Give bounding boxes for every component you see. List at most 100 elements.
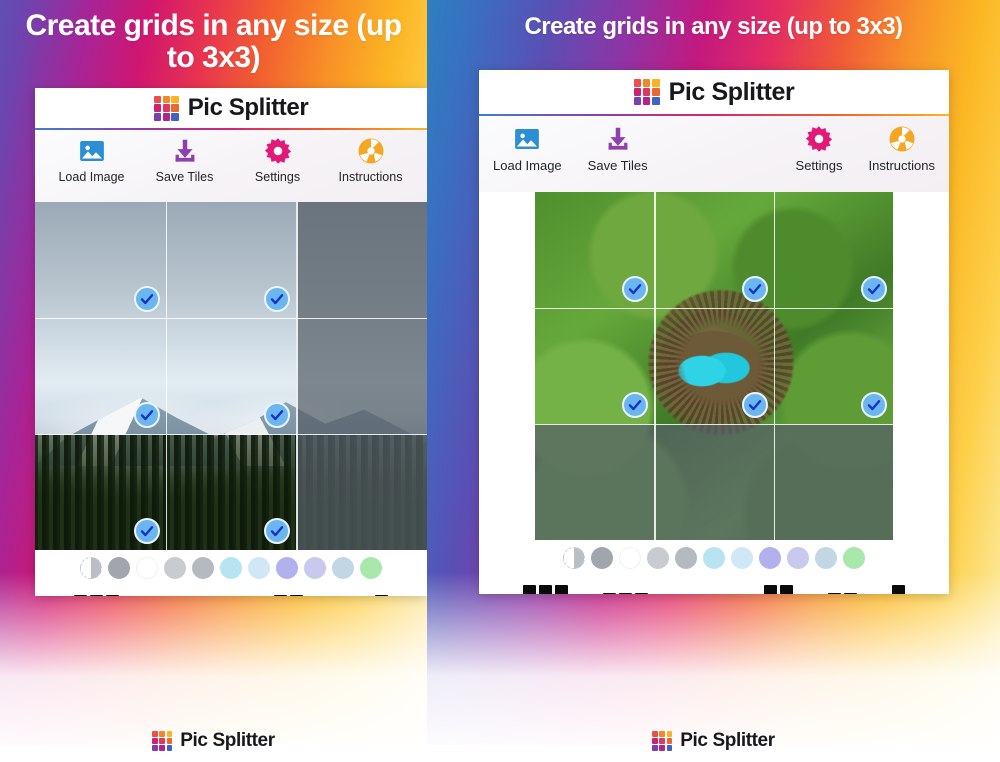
tile-selected-check-icon[interactable] — [622, 276, 649, 302]
image-tile[interactable] — [774, 308, 893, 424]
image-tile[interactable] — [35, 434, 166, 550]
color-swatch[interactable] — [815, 547, 837, 569]
tile-selected-check-icon[interactable] — [264, 286, 291, 312]
brand-right: Pic Splitter — [633, 77, 795, 107]
image-tile[interactable] — [535, 424, 655, 540]
tile-selected-check-icon[interactable] — [741, 392, 768, 418]
image-tile[interactable] — [774, 192, 893, 308]
color-swatch[interactable] — [647, 547, 669, 569]
pattern-cell — [273, 594, 287, 596]
image-tile[interactable] — [654, 192, 773, 308]
image-tile[interactable] — [535, 192, 654, 308]
color-swatch-strip-left[interactable] — [35, 550, 427, 586]
color-swatch[interactable] — [591, 547, 613, 569]
layout-pattern-picker-right[interactable] — [479, 576, 949, 594]
pattern-cell — [779, 584, 793, 594]
color-swatch[interactable] — [360, 557, 382, 579]
logo-cell — [159, 745, 166, 751]
swatch-transparent[interactable] — [563, 547, 585, 569]
tile-selected-check-icon[interactable] — [264, 518, 291, 544]
image-tile[interactable] — [535, 308, 654, 424]
image-tile[interactable] — [35, 318, 166, 434]
panel-left-headline: Create grids in any size (up to 3x3) — [25, 9, 402, 75]
image-tile-area-right — [479, 192, 949, 540]
color-swatch-strip-right[interactable] — [479, 540, 949, 576]
color-swatch[interactable] — [332, 557, 354, 579]
tile-selected-check-icon[interactable] — [622, 392, 649, 418]
tile-selected-check-icon[interactable] — [133, 402, 160, 428]
layout-pattern-grid-3x3[interactable] — [522, 584, 568, 594]
toolbar-button-instructions[interactable]: Instructions — [869, 124, 935, 188]
toolbar-button-settings[interactable]: Settings — [796, 124, 843, 188]
image-tile[interactable] — [773, 424, 893, 540]
tile-grid-left[interactable] — [35, 202, 427, 550]
color-swatch[interactable] — [192, 557, 214, 579]
color-swatch[interactable] — [843, 547, 865, 569]
image-tile[interactable] — [296, 202, 427, 318]
color-swatch[interactable] — [731, 547, 753, 569]
color-swatch[interactable] — [164, 557, 186, 579]
image-tile[interactable] — [35, 202, 166, 318]
layout-pattern-grid-3x2[interactable] — [602, 592, 648, 594]
pattern-cell — [892, 584, 906, 594]
logo-cell — [659, 745, 666, 751]
image-tile[interactable] — [296, 318, 427, 434]
image-tile[interactable] — [654, 424, 774, 540]
toolbar-button-save-tiles[interactable]: Save Tiles — [588, 124, 648, 188]
tile-selected-check-icon[interactable] — [861, 276, 887, 302]
toolbar-button-load-image[interactable]: Load Image — [45, 136, 138, 198]
toolbar-button-load-image[interactable]: Load Image — [493, 124, 562, 188]
pattern-cell — [843, 592, 857, 594]
tile-selected-check-icon[interactable] — [133, 286, 160, 312]
gear-icon — [263, 136, 293, 166]
pattern-cell — [375, 594, 389, 596]
tile-selected-check-icon[interactable] — [861, 392, 887, 418]
toolbar-button-save-tiles[interactable]: Save Tiles — [138, 136, 231, 198]
help-wheel-icon — [887, 124, 917, 154]
layout-pattern-grid-2x3[interactable] — [763, 584, 793, 594]
image-tile[interactable] — [296, 434, 427, 550]
tile-selected-check-icon[interactable] — [264, 402, 291, 428]
color-swatch[interactable] — [136, 557, 158, 579]
color-swatch[interactable] — [220, 557, 242, 579]
layout-pattern-picker-left[interactable] — [35, 586, 427, 596]
tile-selected-check-icon[interactable] — [133, 518, 160, 544]
image-tile[interactable] — [166, 318, 297, 434]
pattern-cell — [618, 592, 632, 594]
layout-pattern-grid-3x3[interactable] — [73, 594, 119, 596]
color-swatch[interactable] — [703, 547, 725, 569]
layout-pattern-grid-1x3[interactable] — [375, 594, 389, 596]
logo-cell — [642, 97, 651, 105]
image-tile[interactable] — [166, 434, 297, 550]
color-swatch[interactable] — [276, 557, 298, 579]
pattern-cell — [554, 584, 568, 594]
app-logo-icon — [152, 731, 173, 751]
pattern-cell — [634, 592, 648, 594]
layout-pattern-grid-2x2[interactable] — [827, 592, 857, 594]
swatch-transparent[interactable] — [80, 557, 102, 579]
toolbar-button-instructions[interactable]: Instructions — [324, 136, 417, 198]
image-icon — [77, 136, 107, 166]
app-title: Pic Splitter — [668, 77, 795, 106]
color-swatch[interactable] — [304, 557, 326, 579]
layout-pattern-grid-1x3[interactable] — [892, 584, 906, 594]
color-swatch[interactable] — [675, 547, 697, 569]
color-swatch[interactable] — [787, 547, 809, 569]
logo-cell — [159, 738, 166, 744]
toolbar-button-settings[interactable]: Settings — [231, 136, 324, 198]
tile-selected-check-icon[interactable] — [741, 276, 768, 302]
brand-left: Pic Splitter — [153, 94, 309, 122]
logo-cell — [651, 79, 660, 87]
color-swatch[interactable] — [759, 547, 781, 569]
image-icon — [512, 124, 542, 154]
color-swatch[interactable] — [108, 557, 130, 579]
app-logo-icon — [652, 731, 673, 751]
logo-cell — [171, 104, 179, 112]
layout-pattern-grid-2x3[interactable] — [273, 594, 303, 596]
color-swatch[interactable] — [619, 547, 641, 569]
color-swatch[interactable] — [248, 557, 270, 579]
toolbar-label-load-image: Load Image — [58, 170, 125, 184]
image-tile[interactable] — [166, 202, 297, 318]
image-tile[interactable] — [654, 308, 773, 424]
tile-grid-right[interactable] — [535, 192, 893, 540]
